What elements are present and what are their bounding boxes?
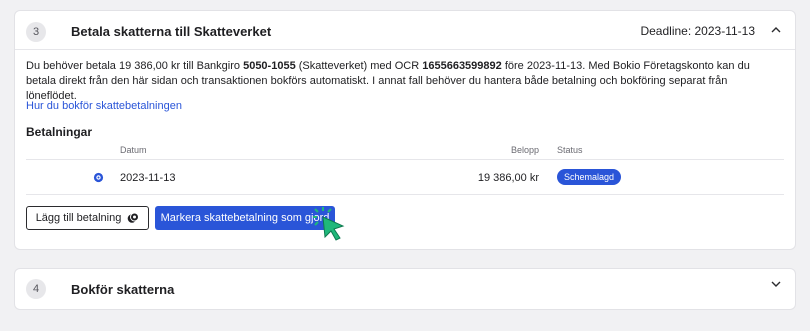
chevron-down-icon[interactable] [767, 275, 785, 293]
chevron-up-icon[interactable] [767, 21, 785, 39]
header-divider [15, 49, 795, 50]
help-link[interactable]: Hur du bokför skattebetalningen [26, 100, 182, 112]
table-row-divider [26, 194, 784, 195]
payment-amount: 19 386,00 kr [477, 172, 539, 184]
payment-instructions: Du behöver betala 19 386,00 kr till Bank… [26, 60, 750, 102]
payments-section-title: Betalningar [26, 125, 93, 139]
ocr-number: 1655663599892 [422, 60, 502, 72]
deadline-label: Deadline: 2023-11-13 [640, 24, 755, 38]
step-3-card: 3 Betala skatterna till Skatteverket Dea… [14, 10, 796, 250]
coin-icon [93, 172, 104, 183]
mark-tax-payment-done-button[interactable]: Markera skattebetalning som gjord [155, 206, 335, 230]
column-header-status: Status [557, 145, 583, 155]
add-payment-button[interactable]: Lägg till betalning [26, 206, 149, 230]
payment-date: 2023-11-13 [120, 172, 176, 184]
column-header-amount: Belopp [510, 145, 539, 155]
column-header-date: Datum [120, 145, 147, 155]
step-number: 3 [26, 22, 46, 42]
step-title: Bokför skatterna [71, 282, 175, 297]
step-4-card[interactable]: 4 Bokför skatterna [14, 268, 796, 310]
add-payment-label: Lägg till betalning [35, 212, 122, 224]
step-title: Betala skatterna till Skatteverket [71, 24, 272, 39]
pointer-cursor-icon [313, 207, 345, 241]
status-badge: Schemalagd [557, 169, 622, 185]
bankgiro-number: 5050-1055 [243, 60, 296, 72]
coins-icon [128, 212, 140, 223]
table-header-divider [26, 159, 784, 160]
step-number: 4 [26, 279, 46, 299]
